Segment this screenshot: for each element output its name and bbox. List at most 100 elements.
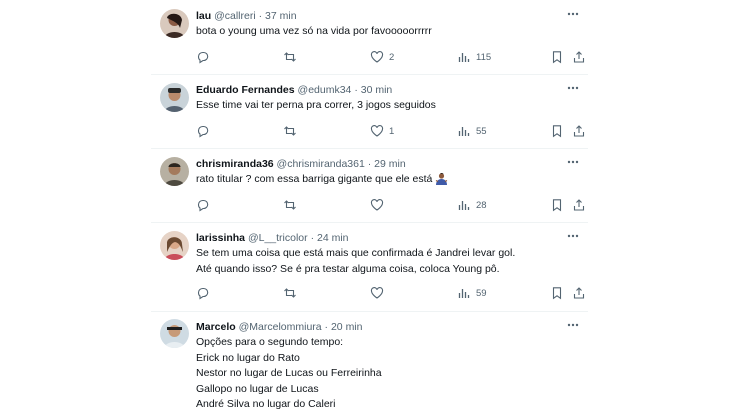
bookmark-icon — [552, 287, 562, 300]
views-icon — [458, 53, 470, 62]
tweet-feed: lau @callreri · 37 min bota o young uma … — [151, 0, 588, 416]
display-name[interactable]: Eduardo Fernandes — [196, 84, 295, 96]
views-button[interactable]: 55 — [457, 123, 487, 139]
reply-icon — [197, 125, 209, 138]
handle[interactable]: @callreri — [214, 10, 256, 22]
share-button[interactable] — [572, 197, 586, 213]
share-icon — [573, 287, 585, 299]
tweet[interactable]: chrismiranda36 @chrismiranda361 · 29 min… — [151, 148, 588, 223]
like-button[interactable]: 2 — [370, 49, 394, 65]
more-horizontal-icon[interactable] — [566, 7, 580, 21]
retweet-button[interactable] — [283, 49, 297, 65]
tweet-header: Marcelo @Marcelommiura · 20 min — [196, 320, 568, 334]
views-count: 59 — [476, 287, 487, 299]
views-button[interactable]: 115 — [457, 49, 491, 65]
views-button[interactable]: 28 — [457, 197, 487, 213]
heart-icon — [370, 51, 384, 63]
like-button[interactable] — [370, 285, 389, 301]
share-icon — [573, 199, 585, 211]
reply-button[interactable] — [196, 285, 210, 301]
handle[interactable]: @L__tricolor — [248, 232, 308, 244]
tweet-text: Opções para o segundo tempo: Erick no lu… — [196, 336, 382, 410]
tweet-header: lau @callreri · 37 min — [196, 9, 568, 23]
retweet-button[interactable] — [283, 123, 297, 139]
reply-icon — [197, 287, 209, 300]
share-button[interactable] — [572, 49, 586, 65]
share-button[interactable] — [572, 123, 586, 139]
views-button[interactable]: 59 — [457, 285, 487, 301]
like-count: 2 — [389, 51, 395, 63]
heart-icon — [370, 287, 384, 299]
avatar[interactable] — [160, 319, 189, 348]
bookmark-icon — [552, 125, 562, 138]
tweet[interactable]: Eduardo Fernandes @edumk34 · 30 min Esse… — [151, 74, 588, 149]
separator: · — [258, 10, 263, 22]
avatar[interactable] — [160, 9, 189, 38]
tweet-header: chrismiranda36 @chrismiranda361 · 29 min — [196, 157, 568, 171]
share-icon — [573, 51, 585, 63]
reply-button[interactable] — [196, 197, 210, 213]
share-button[interactable] — [572, 285, 586, 301]
handle[interactable]: @chrismiranda361 — [277, 158, 365, 170]
views-icon — [458, 127, 470, 136]
like-button[interactable]: 1 — [370, 123, 394, 139]
separator: · — [310, 232, 315, 244]
tweet[interactable]: lau @callreri · 37 min bota o young uma … — [151, 0, 588, 75]
separator: · — [324, 321, 329, 333]
person-shrugging-emoji — [435, 172, 448, 191]
display-name[interactable]: chrismiranda36 — [196, 158, 274, 170]
more-horizontal-icon[interactable] — [566, 318, 580, 332]
reply-icon — [197, 199, 209, 212]
views-icon — [458, 289, 470, 298]
timestamp[interactable]: 24 min — [317, 232, 349, 244]
tweet[interactable]: Marcelo @Marcelommiura · 20 min Opções p… — [151, 311, 588, 416]
views-icon — [458, 201, 470, 210]
reply-icon — [197, 51, 209, 64]
like-button[interactable] — [370, 197, 389, 213]
separator: · — [354, 84, 358, 96]
display-name[interactable]: lau — [196, 10, 211, 22]
retweet-button[interactable] — [283, 197, 297, 213]
more-horizontal-icon[interactable] — [566, 229, 580, 243]
handle[interactable]: @Marcelommiura — [239, 321, 322, 333]
tweet-actions: 1 55 — [196, 123, 585, 139]
timestamp[interactable]: 20 min — [331, 321, 363, 333]
reply-button[interactable] — [196, 49, 210, 65]
retweet-icon — [284, 126, 296, 136]
heart-icon — [370, 199, 384, 211]
avatar[interactable] — [160, 157, 189, 186]
bookmark-button[interactable] — [550, 123, 564, 139]
avatar[interactable] — [160, 231, 189, 260]
timestamp[interactable]: 37 min — [265, 10, 297, 22]
reply-button[interactable] — [196, 123, 210, 139]
like-count: 1 — [389, 125, 395, 137]
avatar[interactable] — [160, 83, 189, 112]
timestamp[interactable]: 30 min — [361, 84, 393, 96]
display-name[interactable]: Marcelo — [196, 321, 236, 333]
handle[interactable]: @edumk34 — [298, 84, 352, 96]
tweet-header: Eduardo Fernandes @edumk34 · 30 min — [196, 83, 568, 97]
separator: · — [367, 158, 372, 170]
bookmark-button[interactable] — [550, 285, 564, 301]
views-count: 55 — [476, 125, 487, 137]
tweet-header: larissinha @L__tricolor · 24 min — [196, 231, 568, 245]
bookmark-button[interactable] — [550, 49, 564, 65]
tweet-text-content: rato titular ? com essa barriga gigante … — [196, 173, 433, 185]
display-name[interactable]: larissinha — [196, 232, 245, 244]
tweet-text: Esse time vai ter perna pra correr, 3 jo… — [196, 99, 436, 111]
views-count: 28 — [476, 199, 487, 211]
tweet[interactable]: larissinha @L__tricolor · 24 min Se tem … — [151, 222, 588, 312]
bookmark-button[interactable] — [550, 197, 564, 213]
timestamp[interactable]: 29 min — [374, 158, 406, 170]
retweet-icon — [284, 288, 296, 298]
more-horizontal-icon[interactable] — [566, 155, 580, 169]
retweet-button[interactable] — [283, 285, 297, 301]
tweet-text: Se tem uma coisa que está mais que confi… — [196, 247, 516, 275]
bookmark-icon — [552, 51, 562, 64]
tweet-actions: 2 115 — [196, 49, 585, 65]
more-horizontal-icon[interactable] — [566, 81, 580, 95]
tweet-actions: 59 — [196, 285, 585, 301]
heart-icon — [370, 125, 384, 137]
tweet-text: bota o young uma vez só na vida por favo… — [196, 25, 432, 37]
tweet-actions: 28 — [196, 197, 585, 213]
